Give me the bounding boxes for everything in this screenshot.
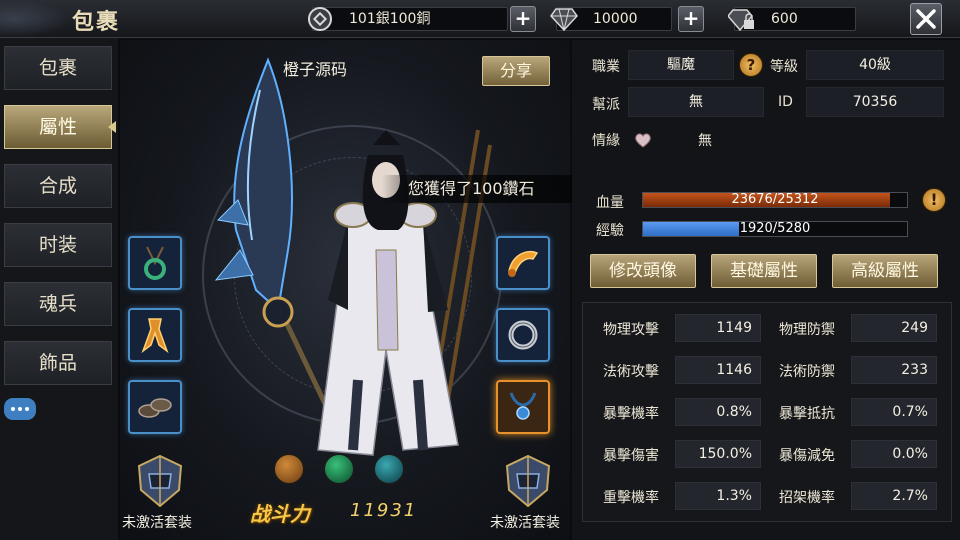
top-bar: 包裹 101銀100銅 + 10000 + 600 [0,0,960,38]
jade-necklace-icon [144,246,166,280]
exp-label: 經驗 [596,223,624,239]
page-title: 包裹 [72,9,121,35]
exp-bar-text: 1920/5280 [739,221,811,236]
character-panel: 橙子源码 分享 您獲得了100鑽石 未激活套装 未激活套装 战斗力 11931 [120,40,582,540]
stat-label: 物理攻擊 [603,322,659,338]
tab-bag[interactable]: 包裹 [4,46,112,90]
close-button[interactable] [910,3,942,35]
job-value: 驅魔 [628,50,734,80]
left-tab-bar: 包裹 屬性 合成 时装 魂兵 飾品 [0,38,118,540]
reward-notification: 您獲得了100鑽石 [382,175,582,203]
stat-label: 法術防禦 [779,364,835,380]
equip-slot-cape[interactable] [128,308,182,362]
level-label: 等級 [770,59,798,75]
stat-value: 233 [851,356,937,384]
job-label: 職業 [592,59,620,75]
character-name: 橙子源码 [282,60,347,79]
equip-slot-necklace[interactable] [128,236,182,290]
warning-icon[interactable]: ! [922,188,946,212]
title-ornament [0,0,70,38]
equip-slot-scroll[interactable] [496,236,550,290]
attribute-panel: 職業 驅魔 ? 等級 40級 幫派 無 ID 70356 情緣 無 血量 236… [572,40,960,540]
locked-diamond-icon [727,4,757,34]
stat-label: 暴傷減免 [779,448,835,464]
advanced-attributes-button[interactable]: 高級屬性 [832,254,938,288]
stat-label: 暴擊機率 [603,406,659,422]
ring-icon [508,320,538,350]
level-value: 40級 [806,50,944,80]
equip-slot-amulet[interactable] [496,380,550,434]
set-status-right: 未激活套装 [490,515,560,531]
stat-value: 0.0% [851,440,937,468]
tab-fashion[interactable]: 时装 [4,223,112,267]
share-button[interactable]: 分享 [482,56,550,86]
stat-value: 1149 [675,314,761,342]
equip-slot-boots[interactable] [128,380,182,434]
gem-slot-teal-icon[interactable] [373,453,405,485]
heart-icon [634,132,652,152]
scroll-icon [508,250,539,277]
guild-value: 無 [628,87,764,117]
stat-value: 0.8% [675,398,761,426]
set-helmet-left-icon[interactable] [130,450,190,512]
stat-value: 1146 [675,356,761,384]
stat-value: 150.0% [675,440,761,468]
love-value: 無 [698,133,712,149]
stat-label: 重擊機率 [603,490,659,506]
active-tab-arrow-icon [108,121,116,133]
character-model[interactable] [208,50,508,460]
stat-label: 物理防禦 [779,322,835,338]
combat-power-value: 11931 [350,500,418,521]
help-icon[interactable]: ? [739,53,763,77]
amulet-icon [509,392,537,420]
id-value: 70356 [806,87,944,117]
exp-bar: 1920/5280 [642,221,908,237]
locked-diamond-value: 600 [771,11,798,27]
stat-label: 暴擊抵抗 [779,406,835,422]
chat-bubble-icon[interactable] [4,398,36,420]
add-silver-button[interactable]: + [510,6,536,32]
stat-label: 招架機率 [779,490,835,506]
tab-synthesis[interactable]: 合成 [4,164,112,208]
set-helmet-right-icon[interactable] [498,450,558,512]
stat-value: 1.3% [675,482,761,510]
stats-table: 物理攻擊 1149 物理防禦 249 法術攻擊 1146 法術防禦 233 暴擊… [582,302,952,522]
basic-attributes-button[interactable]: 基礎屬性 [711,254,817,288]
set-status-left: 未激活套装 [122,515,192,531]
stat-label: 暴擊傷害 [603,448,659,464]
close-icon [916,9,936,29]
hp-bar: 23676/25312 [642,192,908,208]
silver-currency-value: 101銀100銅 [349,11,431,27]
tab-accessory[interactable]: 飾品 [4,341,112,385]
stat-value: 249 [851,314,937,342]
diamond-currency-value: 10000 [593,11,638,27]
stat-value: 2.7% [851,482,937,510]
change-avatar-button[interactable]: 修改頭像 [590,254,696,288]
guild-label: 幫派 [592,97,620,113]
cape-icon [141,318,169,354]
gem-slot-green-icon[interactable] [323,453,355,485]
coin-icon [305,4,335,34]
tab-soul-weapon[interactable]: 魂兵 [4,282,112,326]
equip-slot-ring[interactable] [496,308,550,362]
stat-value: 0.7% [851,398,937,426]
hp-bar-text: 23676/25312 [731,192,819,207]
stat-label: 法術攻擊 [603,364,659,380]
diamond-currency-display: 10000 [550,7,672,31]
love-label: 情緣 [592,133,620,149]
add-diamond-button[interactable]: + [678,6,704,32]
tab-attributes[interactable]: 屬性 [4,105,112,149]
silver-currency-display: 101銀100銅 [308,7,508,31]
locked-diamond-display: 600 [728,7,856,32]
boots-icon [138,398,172,418]
gem-slot-orange-icon[interactable] [273,453,305,485]
hp-label: 血量 [596,195,624,211]
id-label: ID [778,94,793,110]
diamond-icon [549,4,579,34]
combat-power-label: 战斗力 [250,502,310,526]
